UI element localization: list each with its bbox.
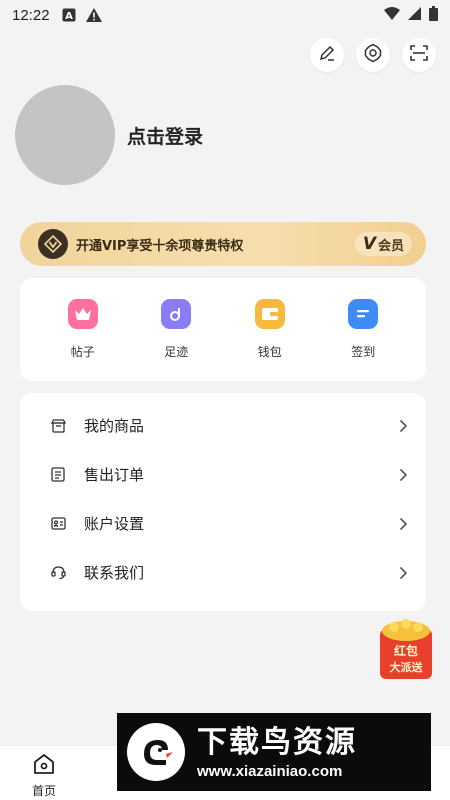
account-icon	[50, 516, 66, 532]
red-packet-promo[interactable]: 红包 大派送	[378, 617, 434, 680]
chevron-right-icon	[399, 468, 408, 482]
menu-item-my-products[interactable]: 我的商品	[20, 401, 426, 450]
chevron-right-icon	[399, 566, 408, 580]
scan-icon	[409, 43, 429, 67]
menu-item-label: 账户设置	[84, 515, 145, 533]
bird-logo-icon	[127, 723, 185, 781]
scan-button[interactable]	[402, 38, 436, 72]
shop-icon	[50, 418, 66, 434]
red-packet-line2: 大派送	[390, 660, 424, 674]
status-time: 12:22	[12, 6, 50, 24]
quick-item-label: 足迹	[164, 345, 189, 359]
settings-button[interactable]	[356, 38, 390, 72]
crown-icon	[67, 299, 98, 329]
gear-icon	[363, 43, 383, 67]
quick-actions-card: 帖子 足迹 钱包 签到	[20, 278, 426, 381]
menu-item-contact-us[interactable]: 联系我们	[20, 548, 426, 597]
quick-item-checkin[interactable]: 签到	[328, 299, 398, 360]
checkin-icon	[348, 299, 379, 329]
quick-item-label: 帖子	[70, 345, 95, 359]
edit-button[interactable]	[310, 38, 344, 72]
red-packet-line1: 红包	[394, 643, 418, 658]
menu-item-sold-orders[interactable]: 售出订单	[20, 450, 426, 499]
nav-home-label: 首页	[31, 784, 56, 798]
wallet-icon	[254, 299, 285, 329]
menu-item-label: 我的商品	[84, 417, 145, 435]
chevron-right-icon	[399, 517, 408, 531]
wifi-icon	[384, 6, 400, 24]
notification-a-icon: A	[62, 8, 76, 22]
warning-icon	[85, 8, 102, 22]
watermark-title: 下载鸟资源	[197, 724, 357, 760]
menu-item-account-settings[interactable]: 账户设置	[20, 499, 426, 548]
battery-icon	[429, 5, 438, 25]
quick-item-label: 签到	[351, 345, 376, 359]
watermark-banner: 下载鸟资源 www.xiazainiao.com	[117, 713, 431, 791]
home-icon	[32, 752, 56, 780]
signal-icon	[408, 6, 421, 24]
top-actions	[310, 38, 436, 72]
nav-home[interactable]: 首页	[24, 752, 64, 799]
vip-v-mark: V	[362, 234, 376, 254]
pencil-icon	[318, 44, 336, 66]
support-icon	[50, 565, 66, 581]
avatar[interactable]	[15, 85, 115, 185]
quick-item-footprint[interactable]: 足迹	[141, 299, 211, 360]
vip-badge-icon	[38, 229, 68, 259]
profile-header[interactable]: 点击登录	[15, 85, 203, 185]
footprint-icon	[161, 299, 192, 329]
menu-card: 我的商品 售出订单 账户设置 联系我们	[20, 393, 426, 611]
watermark-url: www.xiazainiao.com	[197, 762, 343, 780]
login-label[interactable]: 点击登录	[127, 122, 203, 149]
quick-item-wallet[interactable]: 钱包	[235, 299, 305, 360]
menu-item-label: 售出订单	[84, 466, 145, 484]
order-icon	[50, 467, 66, 483]
menu-item-label: 联系我们	[84, 564, 145, 582]
vip-member-button[interactable]: V 会员	[354, 232, 412, 256]
status-bar: 12:22 A	[0, 0, 450, 30]
quick-item-posts[interactable]: 帖子	[48, 299, 118, 360]
chevron-right-icon	[399, 419, 408, 433]
vip-banner[interactable]: 开通VIP享受十余项尊贵特权 V 会员	[20, 222, 426, 266]
quick-item-label: 钱包	[257, 345, 282, 359]
vip-text: 开通VIP享受十余项尊贵特权	[76, 238, 244, 254]
svg-text:A: A	[65, 11, 73, 22]
vip-member-label: 会员	[377, 238, 404, 254]
